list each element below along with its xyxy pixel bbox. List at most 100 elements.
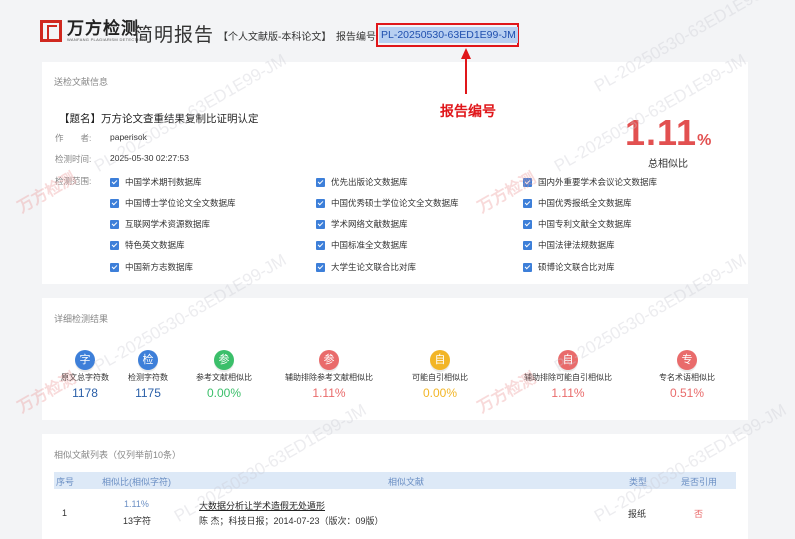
stat-value: 0.00%: [422, 386, 458, 400]
total-similarity: 1.11%: [625, 113, 712, 161]
stat-value: 1.11%: [551, 386, 585, 400]
checkbox-checked-icon: [316, 177, 325, 187]
document-title: 【题名】万方论文查重结果复制比证明认定: [59, 113, 259, 125]
database-name: 硕博论文联合比对库: [538, 262, 615, 272]
checkbox-checked-icon: [523, 219, 532, 229]
stat-label: 辅助排除参考文献相似比: [285, 373, 373, 382]
stat-badge-icon: 自: [558, 350, 578, 370]
row-chars: 13字符: [123, 516, 152, 526]
stat-item: 自可能自引相似比 0.00%: [390, 350, 490, 400]
database-item: 中国新方志数据库: [110, 261, 193, 273]
col-header-cite: 是否引用: [681, 477, 718, 487]
database-item: 大学生论文联合比对库: [316, 261, 416, 273]
stat-item: 自辅助排除可能自引相似比 1.11%: [518, 350, 618, 400]
col-header-ratio: 相似比(相似字符): [102, 477, 171, 487]
report-version: 【个人文献版-本科论文】: [218, 32, 332, 43]
col-header-doc: 相似文献: [388, 477, 425, 487]
report-number-label: 报告编号: [336, 32, 376, 43]
checkbox-checked-icon: [523, 177, 532, 187]
section-title-detail: 详细检测结果: [54, 314, 109, 324]
total-similarity-caption: 总相似比: [648, 159, 688, 170]
database-name: 中国法律法规数据库: [538, 240, 615, 250]
database-name: 互联网学术资源数据库: [125, 219, 211, 229]
stat-item: 专专名术语相似比 0.51%: [637, 350, 737, 400]
col-header-type: 类型: [629, 477, 648, 487]
stat-item: 参参考文献相似比 0.00%: [174, 350, 274, 400]
document-info-panel: 送检文献信息 【题名】万方论文查重结果复制比证明认定 作 者: paperiso…: [42, 62, 748, 284]
stat-label: 参考文献相似比: [196, 373, 252, 382]
row-doc-source: 陈 杰；科技日报；2014-07-23（版次：09版）: [199, 516, 384, 526]
check-time-value: 2025-05-30 02:27:53: [110, 153, 189, 163]
detail-results-panel: 详细检测结果 字原文总字符数 1178 检检测字符数 1175 参参考文献相似比 0.00…: [42, 298, 748, 420]
database-name: 中国优秀报纸全文数据库: [538, 198, 632, 208]
stat-badge-icon: 字: [75, 350, 95, 370]
total-similarity-unit: %: [697, 132, 713, 149]
database-item: 优先出版论文数据库: [316, 176, 408, 188]
checkbox-checked-icon: [110, 262, 119, 272]
database-item: 国内外重要学术会议论文数据库: [523, 176, 657, 188]
check-time-label: 检测时间:: [55, 154, 92, 164]
author-value: paperisok: [110, 132, 147, 142]
similar-docs-panel: 相似文献列表（仅列举前10条） 序号 相似比(相似字符) 相似文献 类型 是否引…: [42, 434, 748, 539]
database-item: 中国法律法规数据库: [523, 239, 615, 251]
stat-badge-icon: 检: [138, 350, 158, 370]
section-title-similar: 相似文献列表（仅列举前10条）: [54, 450, 182, 460]
stat-badge-icon: 专: [677, 350, 697, 370]
stat-label: 专名术语相似比: [659, 373, 715, 382]
row-doc-title[interactable]: 大数据分析让学术造假无处遁形: [199, 499, 325, 512]
database-item: 中国优秀报纸全文数据库: [523, 197, 632, 209]
database-name: 中国专利文献全文数据库: [538, 219, 632, 229]
stat-item: 参辅助排除参考文献相似比 1.11%: [279, 350, 379, 400]
stat-badge-icon: 参: [319, 350, 339, 370]
stat-value: 0.00%: [206, 386, 242, 400]
database-item: 学术网络文献数据库: [316, 218, 408, 230]
database-name: 中国博士学位论文全文数据库: [125, 198, 236, 208]
section-title-info: 送检文献信息: [54, 77, 109, 87]
database-name: 中国标准全文数据库: [331, 240, 408, 250]
annotation-arrow: [461, 48, 471, 94]
database-name: 学术网络文献数据库: [331, 219, 408, 229]
author-label: 作 者:: [55, 133, 92, 143]
database-name: 中国优秀硕士学位论文全文数据库: [331, 198, 459, 208]
checkbox-checked-icon: [316, 219, 325, 229]
report-number[interactable]: PL-20250530-63ED1E99-JM: [379, 27, 518, 43]
annotation-label: 报告编号: [440, 103, 496, 119]
row-ratio: 1.11%: [124, 499, 149, 509]
checkbox-checked-icon: [523, 262, 532, 272]
page-title: 简明报告: [134, 25, 215, 46]
checkbox-checked-icon: [316, 198, 325, 208]
checkbox-checked-icon: [110, 198, 119, 208]
row-cite: 否: [694, 509, 704, 519]
checkbox-checked-icon: [110, 219, 119, 229]
row-no: 1: [62, 508, 68, 518]
database-item: 中国优秀硕士学位论文全文数据库: [316, 197, 459, 209]
checkbox-checked-icon: [110, 240, 119, 250]
stat-label: 可能自引相似比: [412, 373, 468, 382]
database-name: 大学生论文联合比对库: [331, 262, 417, 272]
database-item: 互联网学术资源数据库: [110, 218, 210, 230]
stat-value: 0.51%: [669, 386, 705, 400]
col-header-no: 序号: [56, 477, 75, 487]
stat-value: 1.11%: [312, 386, 346, 400]
stat-badge-icon: 参: [214, 350, 234, 370]
checkbox-checked-icon: [523, 198, 532, 208]
total-similarity-value: 1.11: [625, 112, 698, 153]
checkbox-checked-icon: [523, 240, 532, 250]
database-name: 中国学术期刊数据库: [125, 177, 202, 187]
database-item: 中国专利文献全文数据库: [523, 218, 632, 230]
stat-badge-icon: 自: [430, 350, 450, 370]
report-page: 万方检测 WANFANG PLAGIARISM DETECTION 简明报告 【…: [0, 0, 795, 539]
database-name: 国内外重要学术会议论文数据库: [538, 177, 658, 187]
checkbox-checked-icon: [316, 262, 325, 272]
checkbox-checked-icon: [316, 240, 325, 250]
row-type: 报纸: [628, 509, 647, 519]
check-range-label: 检测范围:: [55, 176, 92, 186]
wanfang-logo: 万方检测 WANFANG PLAGIARISM DETECTION: [40, 20, 145, 43]
checkbox-checked-icon: [110, 177, 119, 187]
wanfang-logo-icon: [40, 20, 62, 42]
database-item: 中国博士学位论文全文数据库: [110, 197, 236, 209]
table-header: 序号 相似比(相似字符) 相似文献 类型 是否引用: [54, 472, 736, 489]
database-name: 优先出版论文数据库: [331, 177, 408, 187]
database-item: 特色英文数据库: [110, 239, 185, 251]
database-name: 特色英文数据库: [125, 240, 185, 250]
